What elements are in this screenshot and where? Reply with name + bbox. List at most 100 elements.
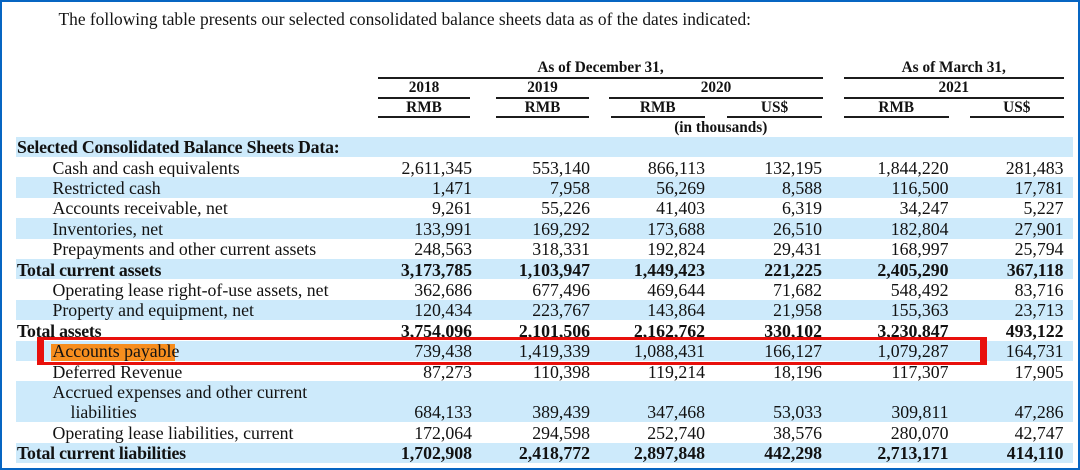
- row-label: Prepayments and other current assets: [53, 239, 317, 259]
- table-row: Inventories, net133,991169,292173,68826,…: [16, 218, 1073, 238]
- row-label: Total current assets: [17, 260, 161, 280]
- table-row: Total current assets 3,173,7851,103,9471,…: [16, 259, 1073, 279]
- cell-value: 173,688: [585, 219, 705, 239]
- intro-paragraph: The following table presents our selecte…: [59, 9, 751, 29]
- cell-value: 41,403: [585, 198, 705, 218]
- rule-under-currency: [611, 116, 705, 118]
- row-label: Accounts receivable, net: [53, 198, 228, 218]
- table-row: Property and equipment, net 120,434223,76…: [16, 300, 1073, 320]
- cell-value: 182,804: [829, 219, 949, 239]
- row-label: Cash and cash equivalents: [53, 158, 240, 178]
- cell-value: 27,901: [944, 219, 1064, 239]
- cell-value: 169,292: [470, 219, 590, 239]
- document-page: { "page": { "border_color": "#0765c2", "…: [0, 0, 1080, 470]
- cell-value: 17,781: [944, 178, 1064, 198]
- cell-value: 677,496: [470, 280, 590, 300]
- row-label-line2: liabilities: [53, 402, 137, 422]
- header-currency: RMB: [378, 100, 470, 115]
- cell-value: 5,227: [944, 198, 1064, 218]
- cell-value: 248,563: [352, 239, 472, 259]
- rule-under-december-group: [378, 77, 823, 79]
- table-row: Accounts receivable, net 9,26155,22641,40…: [16, 198, 1073, 218]
- cell-value: 29,431: [702, 239, 822, 259]
- cell-value: 347,468: [585, 402, 705, 422]
- cell-value: 866,113: [585, 158, 705, 178]
- table-row: Restricted cash1,4717,95856,2698,588116,…: [16, 177, 1073, 197]
- table-row: Cash and cash equivalents2,611,345553,14…: [16, 157, 1073, 177]
- header-year-2018: 2018: [378, 80, 470, 95]
- rule-under-year: [844, 97, 1064, 99]
- header-currency: RMB: [496, 100, 589, 115]
- cell-value: 3,173,785: [352, 260, 472, 280]
- rule-under-currency: [378, 116, 470, 118]
- cell-value: 116,500: [829, 178, 949, 198]
- table-row: Total current liabilities 1,702,9082,418,…: [16, 443, 1073, 463]
- header-year-2020: 2020: [609, 80, 823, 95]
- cell-value: 83,716: [944, 280, 1064, 300]
- cell-value: 23,713: [944, 300, 1064, 320]
- row-label: Selected Consolidated Balance Sheets Dat…: [17, 137, 340, 157]
- cell-value: 309,811: [829, 402, 949, 422]
- cell-value: 132,195: [702, 158, 822, 178]
- cell-value: 38,576: [702, 423, 822, 443]
- header-units-note: (in thousands): [378, 120, 1064, 135]
- cell-value: 6,319: [702, 198, 822, 218]
- header-year-2019: 2019: [496, 80, 589, 95]
- cell-value: 362,686: [352, 280, 472, 300]
- cell-value: 2,897,848: [585, 443, 705, 463]
- cell-value: 71,682: [702, 280, 822, 300]
- cell-value: 172,064: [352, 423, 472, 443]
- header-currency: RMB: [844, 100, 949, 115]
- cell-value: 389,439: [470, 402, 590, 422]
- cell-value: 318,331: [470, 239, 590, 259]
- cell-value: 2,713,171: [829, 443, 949, 463]
- cell-value: 1,702,908: [352, 443, 472, 463]
- cell-value: 553,140: [470, 158, 590, 178]
- table-row: Operating lease right-of-use assets, net…: [16, 279, 1073, 299]
- row-label: Total current liabilities: [17, 443, 186, 463]
- header-group-march: As of March 31,: [844, 60, 1064, 75]
- cell-value: 281,483: [944, 158, 1064, 178]
- cell-value: 1,449,423: [585, 260, 705, 280]
- row-label: Operating lease liabilities, current: [53, 423, 294, 443]
- cell-value: 367,118: [944, 260, 1064, 280]
- cell-value: 143,864: [585, 300, 705, 320]
- section-header-row: Selected Consolidated Balance Sheets Dat…: [16, 137, 1073, 157]
- cell-value: 21,958: [702, 300, 822, 320]
- cell-value: 1,471: [352, 178, 472, 198]
- cell-value: 294,598: [470, 423, 590, 443]
- cell-value: 56,269: [585, 178, 705, 198]
- cell-value: 192,824: [585, 239, 705, 259]
- table-row: Prepayments and other current assets 248,…: [16, 239, 1073, 259]
- rule-under-currency: [727, 116, 822, 118]
- cell-value: 469,644: [585, 280, 705, 300]
- cell-value: 2,405,290: [829, 260, 949, 280]
- cell-value: 55,226: [470, 198, 590, 218]
- row-label-line1: Accrued expenses and other current: [53, 382, 308, 402]
- header-year-2021: 2021: [844, 80, 1064, 95]
- cell-value: 221,225: [702, 260, 822, 280]
- cell-value: 168,997: [829, 239, 949, 259]
- rule-under-currency: [496, 116, 589, 118]
- row-label: Property and equipment, net: [53, 300, 254, 320]
- row-label: Operating lease right-of-use assets, net: [53, 280, 329, 300]
- table-row: Operating lease liabilities, current 172,…: [16, 422, 1073, 442]
- cell-value: 442,298: [702, 443, 822, 463]
- rule-under-currency: [844, 116, 949, 118]
- cell-value: 414,110: [944, 443, 1064, 463]
- cell-value: 53,033: [702, 402, 822, 422]
- cell-value: 1,103,947: [470, 260, 590, 280]
- cell-value: 1,844,220: [829, 158, 949, 178]
- cell-value: 684,133: [352, 402, 472, 422]
- cell-value: 223,767: [470, 300, 590, 320]
- cell-value: 47,286: [944, 402, 1064, 422]
- cell-value: 548,492: [829, 280, 949, 300]
- annotation-red-box: [37, 337, 987, 366]
- cell-value: 120,434: [352, 300, 472, 320]
- cell-value: 2,418,772: [470, 443, 590, 463]
- cell-value: 9,261: [352, 198, 472, 218]
- cell-value: 7,958: [470, 178, 590, 198]
- cell-value: 26,510: [702, 219, 822, 239]
- cell-value: 42,747: [944, 423, 1064, 443]
- cell-value: 280,070: [829, 423, 949, 443]
